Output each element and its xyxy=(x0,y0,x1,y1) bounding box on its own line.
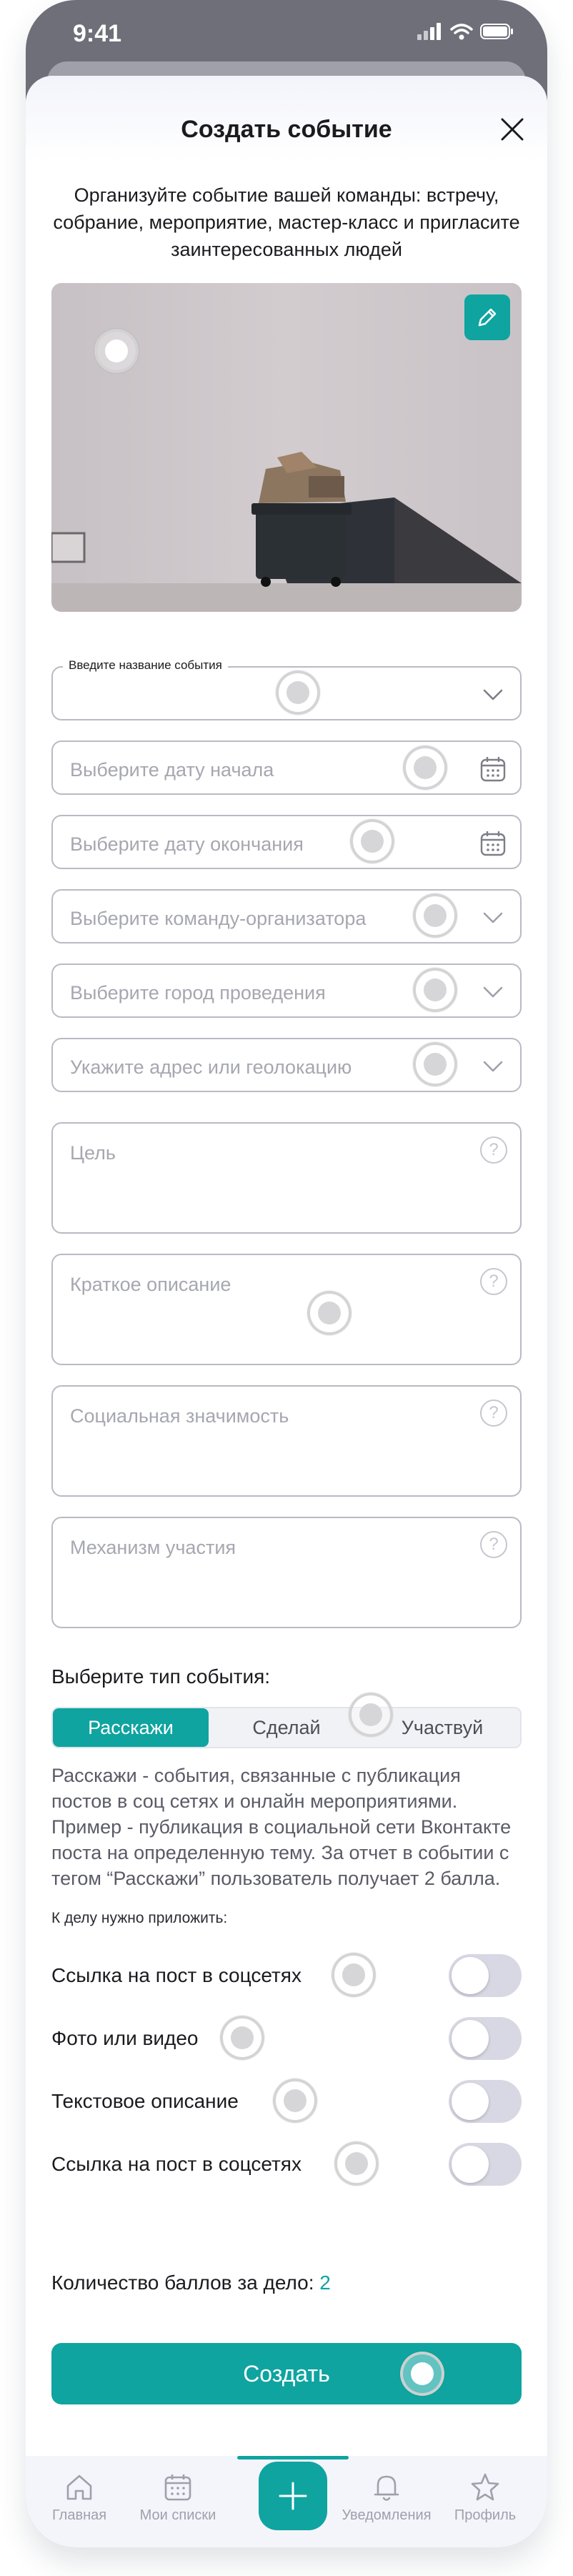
organizer-team-placeholder: Выберите команду-организатора xyxy=(70,908,367,929)
event-type-selector: Расскажи Сделай Участвуй xyxy=(51,1707,522,1748)
tab-notifications-label: Уведомления xyxy=(342,2507,432,2523)
start-date-placeholder: Выберите дату начала xyxy=(70,759,274,781)
tab-create[interactable] xyxy=(259,2462,327,2530)
tab-home-label: Главная xyxy=(51,2507,107,2523)
chevron-down-icon[interactable] xyxy=(479,1052,507,1081)
status-time: 9:41 xyxy=(73,20,122,47)
attachment-label: Ссылка на пост в соцсетях xyxy=(51,2153,302,2175)
calendar-icon[interactable] xyxy=(479,755,507,783)
address-select[interactable]: Укажите адрес или геолокацию xyxy=(51,1038,522,1092)
social-significance-textarea[interactable]: Социальная значимость ? xyxy=(51,1385,522,1497)
attachment-label: Ссылка на пост в соцсетях xyxy=(51,1964,302,1986)
event-type-description: Расскажи - события, связанные с публикац… xyxy=(51,1765,512,1889)
event-type-label: Выберите тип события: xyxy=(51,1665,271,1688)
attachment-toggle[interactable] xyxy=(449,2080,522,2123)
end-date-field[interactable]: Выберите дату окончания xyxy=(51,815,522,869)
points-label: Количество баллов за дело: xyxy=(51,2272,314,2294)
event-name-field[interactable]: Введите название события xyxy=(51,658,522,720)
attachment-toggle[interactable] xyxy=(449,2017,522,2060)
event-type-do[interactable]: Сделай xyxy=(209,1708,364,1747)
tab-profile[interactable]: Профиль xyxy=(439,2470,532,2524)
city-placeholder: Выберите город проведения xyxy=(70,982,326,1004)
event-cover-image[interactable] xyxy=(51,283,522,612)
attachment-toggle[interactable] xyxy=(449,2143,522,2186)
create-event-sheet: Создать событие Организуйте событие ваше… xyxy=(26,76,547,2547)
attachment-label: Фото или видео xyxy=(51,2027,199,2049)
calendar-icon xyxy=(164,2475,191,2501)
tab-notifications[interactable]: Уведомления xyxy=(340,2470,433,2524)
participation-mechanism-placeholder: Механизм участия xyxy=(70,1537,236,1558)
social-significance-placeholder: Социальная значимость xyxy=(70,1405,289,1427)
chevron-down-icon[interactable] xyxy=(479,680,507,709)
intro-text: Организуйте событие вашей команды: встре… xyxy=(53,184,520,260)
phone-frame: 9:41 Создать событие Организуйте событие… xyxy=(26,0,547,2547)
bottom-tab-bar: Главная Мои списки Уведомления Профиль xyxy=(26,2456,547,2547)
organizer-team-select[interactable]: Выберите команду-организатора xyxy=(51,889,522,943)
attachment-row: Ссылка на пост в соцсетях xyxy=(51,1953,522,1998)
event-type-participate[interactable]: Участвуй xyxy=(364,1708,520,1747)
tab-my-lists[interactable]: Мои списки xyxy=(131,2470,224,2524)
help-icon[interactable]: ? xyxy=(480,1400,507,1427)
create-button[interactable]: Создать xyxy=(51,2343,522,2404)
star-icon xyxy=(471,2473,499,2501)
bell-icon xyxy=(374,2475,399,2501)
tab-home[interactable]: Главная xyxy=(33,2470,126,2524)
event-name-label: Введите название события xyxy=(63,658,228,673)
calendar-icon[interactable] xyxy=(479,829,507,858)
goal-textarea[interactable]: Цель ? xyxy=(51,1122,522,1234)
active-tab-indicator xyxy=(237,2456,349,2459)
tab-my-lists-label: Мои списки xyxy=(139,2507,216,2523)
signal-icon xyxy=(417,23,441,40)
sheet-header: Создать событие xyxy=(26,76,547,162)
attachment-row: Фото или видео xyxy=(51,2016,522,2061)
page-title: Создать событие xyxy=(181,116,392,143)
participation-mechanism-textarea[interactable]: Механизм участия ? xyxy=(51,1517,522,1628)
points-info: Количество баллов за дело: 2 xyxy=(51,2272,331,2294)
attachment-row: Ссылка на пост в соцсетях xyxy=(51,2141,522,2187)
goal-placeholder: Цель xyxy=(70,1142,116,1164)
cover-photo xyxy=(51,283,522,612)
help-icon[interactable]: ? xyxy=(480,1136,507,1164)
short-description-textarea[interactable]: Краткое описание ? xyxy=(51,1254,522,1365)
attachment-label: Текстовое описание xyxy=(51,2090,239,2112)
close-icon[interactable] xyxy=(496,113,529,146)
battery-icon xyxy=(480,24,513,39)
plus-icon xyxy=(279,2482,307,2510)
help-icon[interactable]: ? xyxy=(480,1531,507,1558)
help-icon[interactable]: ? xyxy=(480,1268,507,1295)
city-select[interactable]: Выберите город проведения xyxy=(51,963,522,1018)
home-icon xyxy=(66,2475,92,2500)
attachment-toggle[interactable] xyxy=(449,1954,522,1997)
end-date-placeholder: Выберите дату окончания xyxy=(70,833,304,855)
short-description-placeholder: Краткое описание xyxy=(70,1274,231,1295)
edit-image-button[interactable] xyxy=(464,294,510,340)
event-type-tell[interactable]: Расскажи xyxy=(53,1708,209,1747)
chevron-down-icon[interactable] xyxy=(479,978,507,1006)
address-placeholder: Укажите адрес или геолокацию xyxy=(70,1056,352,1078)
attachment-row: Текстовое описание xyxy=(51,2079,522,2124)
status-icons xyxy=(417,23,514,40)
chevron-down-icon[interactable] xyxy=(479,903,507,932)
wifi-icon xyxy=(450,24,473,40)
start-date-field[interactable]: Выберите дату начала xyxy=(51,740,522,795)
status-bar: 9:41 xyxy=(26,0,547,66)
pencil-icon xyxy=(478,308,497,327)
points-value: 2 xyxy=(319,2272,331,2294)
tab-profile-label: Профиль xyxy=(454,2507,517,2523)
attachments-label: К делу нужно приложить: xyxy=(51,1910,228,1926)
